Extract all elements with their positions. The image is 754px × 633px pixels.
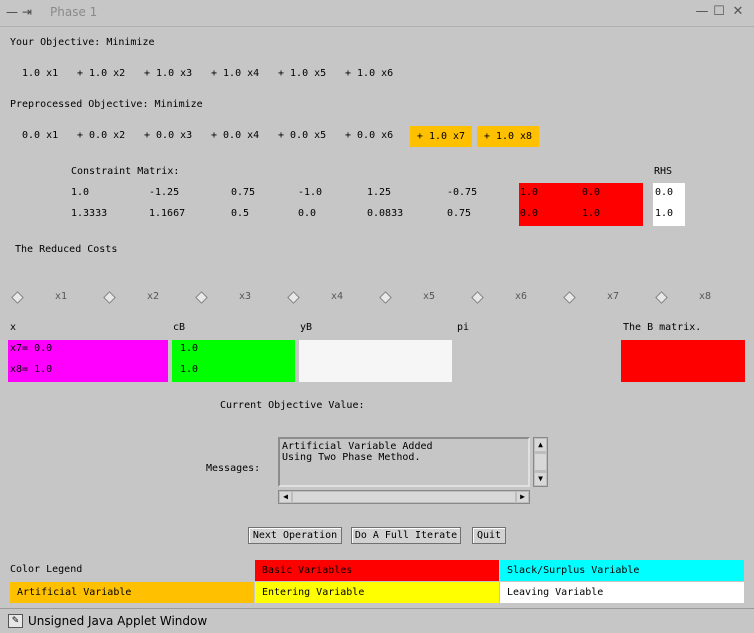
maximize-icon[interactable]: ☐ <box>711 4 727 20</box>
radio-x5-label: x5 <box>423 291 436 302</box>
radio-x4-label: x4 <box>331 291 344 302</box>
radio-x2[interactable] <box>103 291 116 304</box>
legend-artificial: Artificial Variable <box>10 582 254 603</box>
objective-term-5: + 1.0 x5 <box>278 68 327 79</box>
hscroll-thumb[interactable] <box>293 492 515 502</box>
pre-term-7-artificial: + 1.0 x7 <box>410 126 472 147</box>
header-x: x <box>10 322 17 333</box>
window-menu-icon[interactable]: — ⇥ <box>6 5 32 19</box>
header-cb: cB <box>173 322 186 333</box>
window-title: Phase 1 <box>50 5 98 19</box>
objective-term-6: + 1.0 x6 <box>345 68 394 79</box>
pre-term-4: + 0.0 x4 <box>211 130 260 141</box>
next-operation-button[interactable]: Next Operation <box>248 527 342 544</box>
matrix-r2-c5: 0.0833 <box>367 208 404 219</box>
rhs-label: RHS <box>654 166 673 177</box>
vscroll-thumb[interactable] <box>535 454 546 470</box>
x-row-2: x8= 1.0 <box>10 364 53 375</box>
minimize-icon[interactable]: — <box>694 4 710 20</box>
header-pi: pi <box>457 322 470 333</box>
scroll-left-icon[interactable]: ◀ <box>280 492 291 502</box>
matrix-r1-c1: 1.0 <box>71 187 90 198</box>
matrix-r2-c1: 1.3333 <box>71 208 108 219</box>
legend-basic: Basic Variables <box>255 560 499 581</box>
radio-x2-label: x2 <box>147 291 160 302</box>
close-icon[interactable]: ✕ <box>730 4 746 20</box>
scroll-down-icon[interactable]: ▼ <box>535 473 546 485</box>
matrix-r2-c6: 0.75 <box>447 208 472 219</box>
reduced-costs-label: The Reduced Costs <box>15 244 118 255</box>
matrix-r2-c8: 1.0 <box>582 208 601 219</box>
legend-title: Color Legend <box>10 564 83 575</box>
cb-row-1: 1.0 <box>180 343 199 354</box>
matrix-r2-c4: 0.0 <box>298 208 317 219</box>
pre-term-5: + 0.0 x5 <box>278 130 327 141</box>
preprocessed-label: Preprocessed Objective: Minimize <box>10 99 203 110</box>
message-line-1: Artificial Variable Added <box>282 441 433 452</box>
radio-x1-label: x1 <box>55 291 68 302</box>
radio-x1[interactable] <box>11 291 24 304</box>
messages-vscrollbar[interactable]: ▲ ▼ <box>533 437 548 487</box>
pre-term-2: + 0.0 x2 <box>77 130 126 141</box>
radio-x8[interactable] <box>655 291 668 304</box>
b-matrix-box <box>621 340 745 382</box>
legend-slack: Slack/Surplus Variable <box>500 560 744 581</box>
matrix-r1-c2: -1.25 <box>149 187 180 198</box>
matrix-r1-c6: -0.75 <box>447 187 478 198</box>
legend-entering: Entering Variable <box>255 582 499 603</box>
rhs-r2: 1.0 <box>655 208 674 219</box>
current-objective-label: Current Objective Value: <box>220 400 365 411</box>
yb-column <box>299 340 452 382</box>
scroll-up-icon[interactable]: ▲ <box>535 439 546 451</box>
status-text: Unsigned Java Applet Window <box>28 614 208 628</box>
radio-x6[interactable] <box>471 291 484 304</box>
quit-button[interactable]: Quit <box>472 527 506 544</box>
matrix-r2-c2: 1.1667 <box>149 208 186 219</box>
matrix-r1-c5: 1.25 <box>367 187 392 198</box>
objective-label: Your Objective: Minimize <box>10 37 155 48</box>
cb-row-2: 1.0 <box>180 364 199 375</box>
matrix-r1-c3: 0.75 <box>231 187 256 198</box>
matrix-r1-c8: 0.0 <box>582 187 601 198</box>
objective-term-1: 1.0 x1 <box>22 68 59 79</box>
header-yb: yB <box>300 322 313 333</box>
objective-term-4: + 1.0 x4 <box>211 68 260 79</box>
legend-leaving: Leaving Variable <box>500 582 744 603</box>
message-line-2: Using Two Phase Method. <box>282 452 421 463</box>
pre-term-1: 0.0 x1 <box>22 130 59 141</box>
objective-term-3: + 1.0 x3 <box>144 68 193 79</box>
radio-x8-label: x8 <box>699 291 712 302</box>
messages-hscrollbar[interactable]: ◀ ▶ <box>278 490 530 504</box>
radio-x4[interactable] <box>287 291 300 304</box>
radio-x3[interactable] <box>195 291 208 304</box>
matrix-r1-c7: 1.0 <box>520 187 539 198</box>
matrix-r2-c3: 0.5 <box>231 208 250 219</box>
matrix-r1-c4: -1.0 <box>298 187 323 198</box>
radio-x7-label: x7 <box>607 291 620 302</box>
title-bar: — ⇥ Phase 1 — ☐ ✕ <box>0 0 754 27</box>
applet-icon: ✎ <box>8 614 23 628</box>
pre-term-3: + 0.0 x3 <box>144 130 193 141</box>
radio-x5[interactable] <box>379 291 392 304</box>
pre-term-8-artificial: + 1.0 x8 <box>477 126 539 147</box>
radio-x6-label: x6 <box>515 291 528 302</box>
radio-x7[interactable] <box>563 291 576 304</box>
status-bar: ✎ Unsigned Java Applet Window <box>0 608 754 633</box>
objective-term-2: + 1.0 x2 <box>77 68 126 79</box>
header-b-matrix: The B matrix. <box>623 322 702 333</box>
x-row-1: x7= 0.0 <box>10 343 53 354</box>
scroll-right-icon[interactable]: ▶ <box>517 492 528 502</box>
pre-term-6: + 0.0 x6 <box>345 130 394 141</box>
messages-label: Messages: <box>206 463 261 474</box>
rhs-r1: 0.0 <box>655 187 674 198</box>
constraint-matrix-label: Constraint Matrix: <box>71 166 180 177</box>
full-iterate-button[interactable]: Do A Full Iterate <box>351 527 461 544</box>
messages-textarea[interactable]: Artificial Variable Added Using Two Phas… <box>278 437 530 487</box>
radio-x3-label: x3 <box>239 291 252 302</box>
matrix-r2-c7: 0.0 <box>520 208 539 219</box>
